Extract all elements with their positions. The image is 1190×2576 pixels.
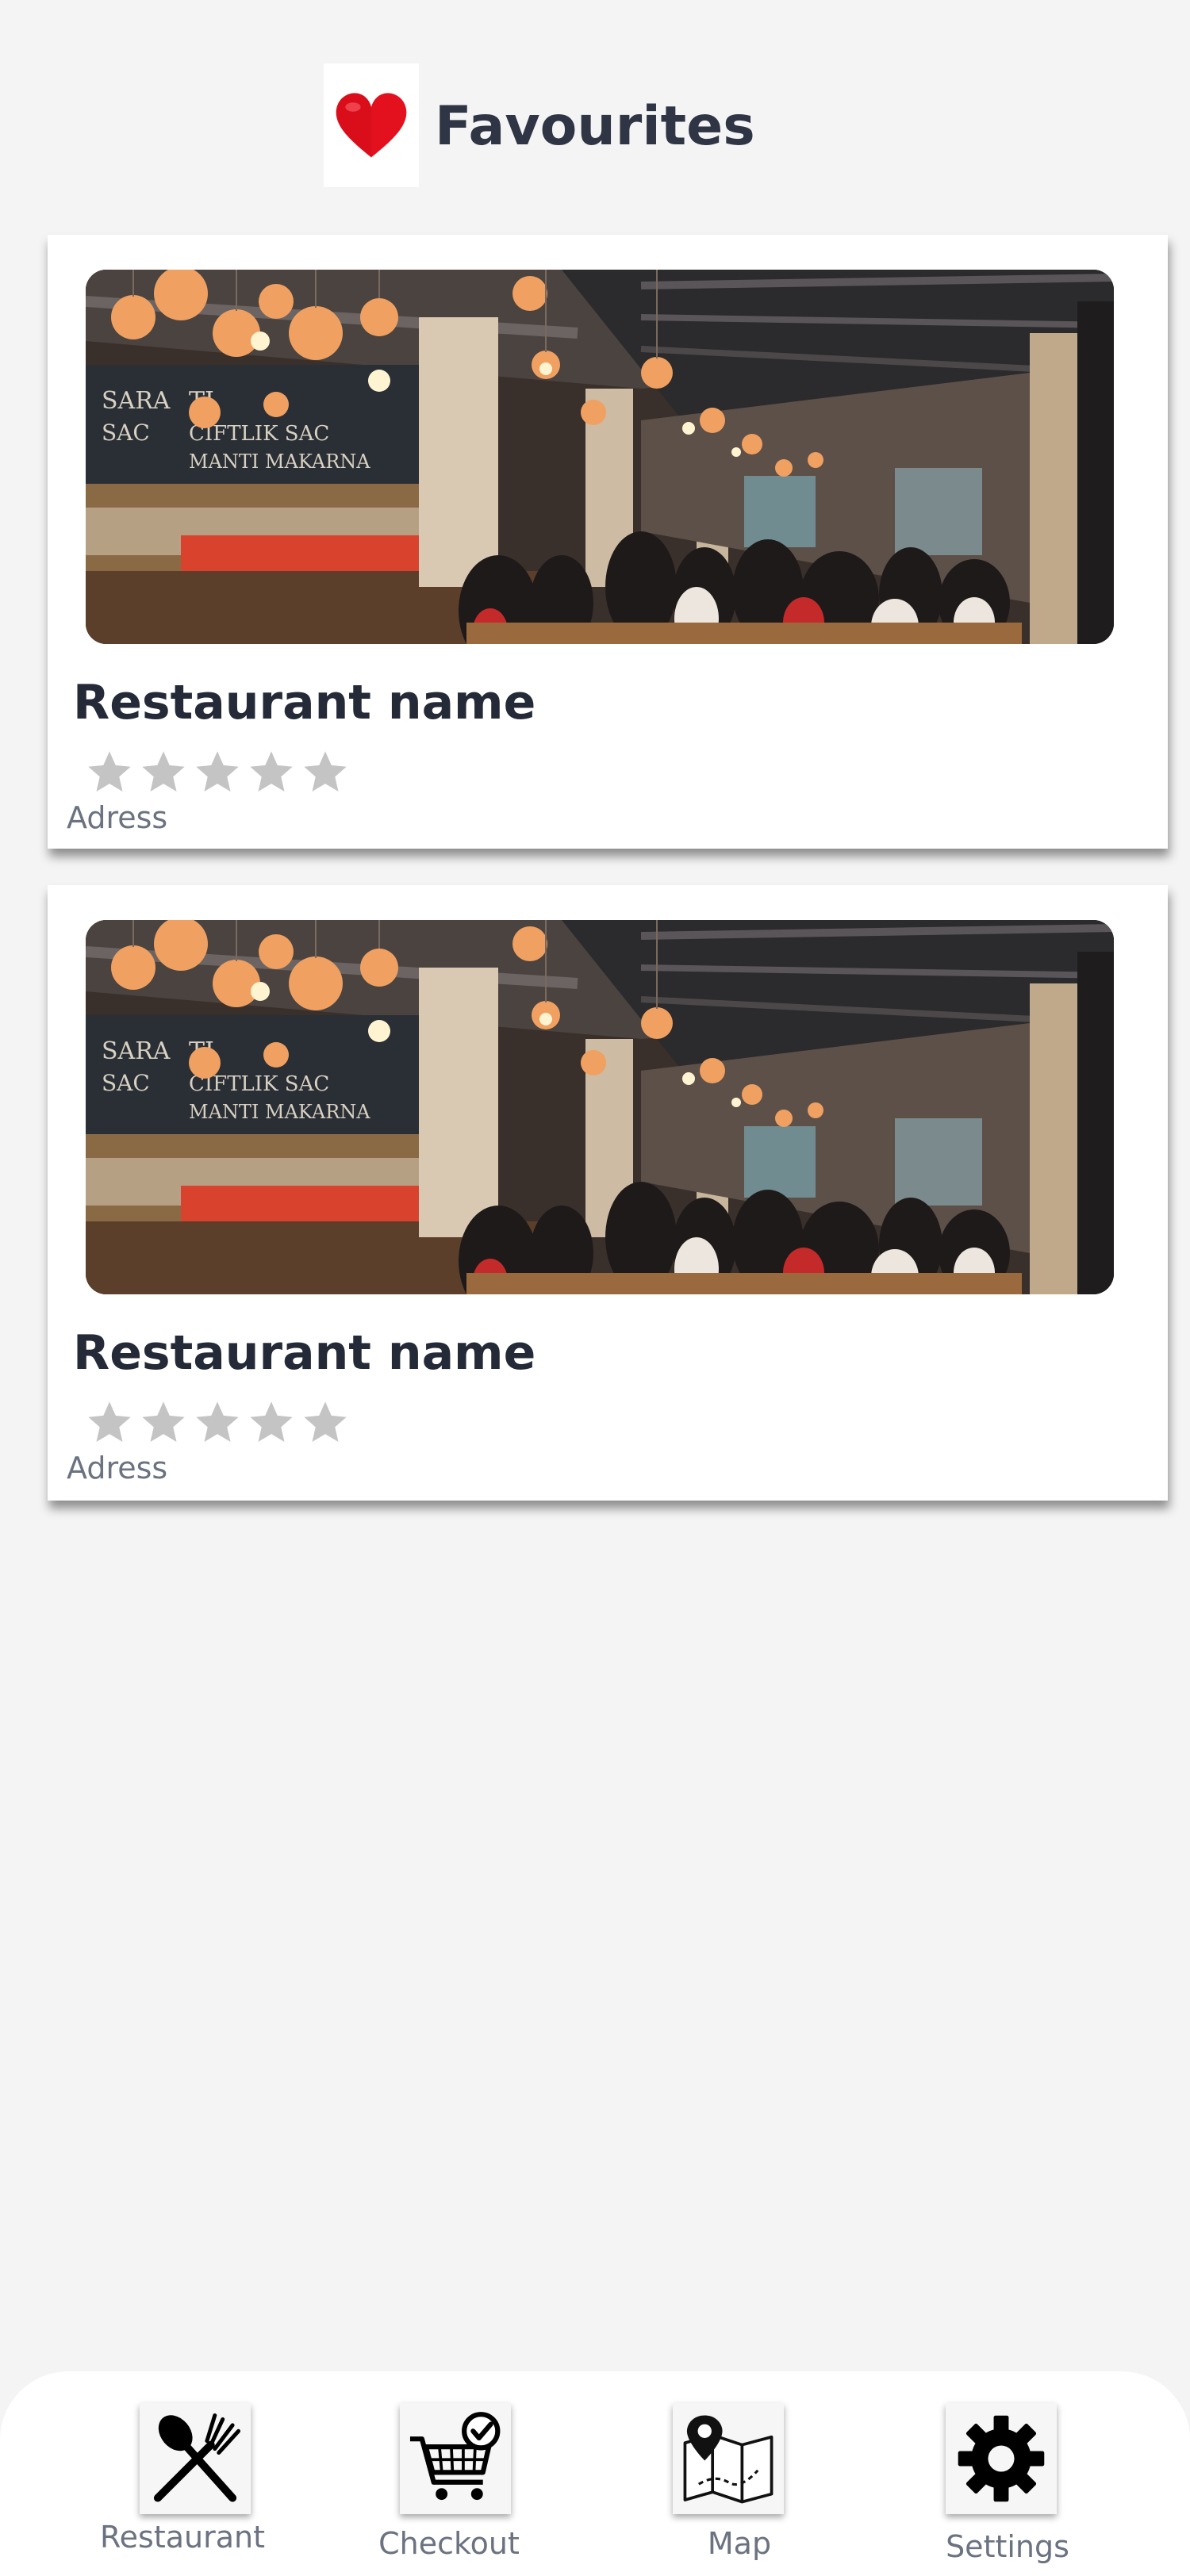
nav-label-map[interactable]: Map <box>636 2528 843 2559</box>
nav-item-checkout[interactable]: Checkout <box>346 2371 552 2576</box>
restaurant-name: Restaurant name <box>73 675 536 730</box>
restaurant-photo <box>86 920 1114 1294</box>
cart-check-icon <box>409 2412 501 2501</box>
favourite-card[interactable]: Restaurant name Adress <box>48 885 1168 1501</box>
page-title: Favourites <box>435 95 755 158</box>
favourite-card[interactable]: Restaurant name Adress <box>48 235 1168 849</box>
nav-icon-box[interactable] <box>673 2403 784 2514</box>
star-icon[interactable] <box>136 747 190 798</box>
nav-label-checkout[interactable]: Checkout <box>346 2528 552 2559</box>
nav-label-settings[interactable]: Settings <box>904 2532 1111 2562</box>
nav-item-restaurant[interactable]: Restaurant <box>79 2371 286 2576</box>
restaurant-address: Adress <box>67 1451 168 1485</box>
rating-stars[interactable] <box>83 1397 352 1448</box>
nav-label-restaurant[interactable]: Restaurant <box>79 2522 286 2552</box>
gear-icon <box>958 2415 1045 2502</box>
favourites-header-icon-box <box>324 63 419 187</box>
nav-icon-box[interactable] <box>946 2403 1057 2514</box>
star-icon[interactable] <box>244 1397 298 1448</box>
restaurant-name: Restaurant name <box>73 1325 536 1381</box>
star-icon[interactable] <box>298 747 352 798</box>
star-icon[interactable] <box>190 747 244 798</box>
fork-knife-icon <box>153 2413 241 2502</box>
map-icon <box>683 2415 774 2504</box>
nav-icon-box[interactable] <box>140 2403 251 2514</box>
star-icon[interactable] <box>136 1397 190 1448</box>
bottom-navigation: Restaurant Checkout Map Settings <box>0 2371 1190 2576</box>
nav-icon-box[interactable] <box>400 2403 511 2514</box>
star-icon[interactable] <box>244 747 298 798</box>
heart-icon <box>336 93 407 158</box>
restaurant-address: Adress <box>67 800 168 835</box>
star-icon[interactable] <box>298 1397 352 1448</box>
star-icon[interactable] <box>83 1397 136 1448</box>
nav-item-map[interactable]: Map <box>636 2371 843 2576</box>
star-icon[interactable] <box>83 747 136 798</box>
nav-item-settings[interactable]: Settings <box>904 2371 1111 2576</box>
restaurant-photo <box>86 270 1114 644</box>
star-icon[interactable] <box>190 1397 244 1448</box>
rating-stars[interactable] <box>83 747 352 798</box>
